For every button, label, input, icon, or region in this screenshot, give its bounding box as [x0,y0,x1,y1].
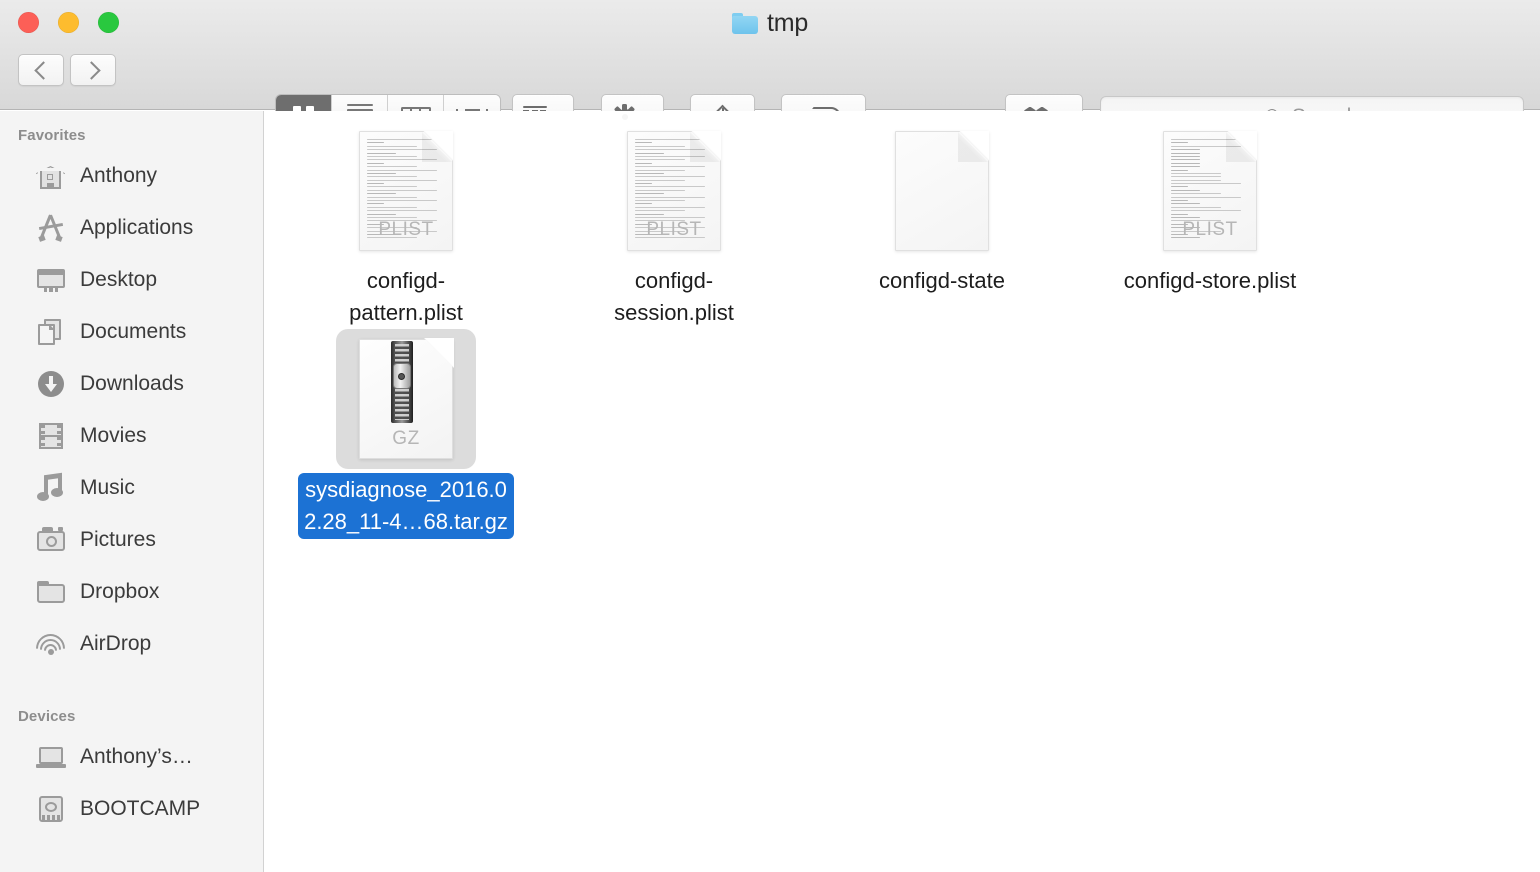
sidebar-item-applications[interactable]: Applications [0,202,263,254]
sidebar-item-downloads[interactable]: Downloads [0,358,263,410]
sidebar-item-label: Anthony’s… [80,745,193,768]
forward-button[interactable] [70,54,116,86]
file-name-label[interactable]: sysdiagnose_2016.0 2.28_11-4…68.tar.gz [298,473,514,539]
file-extension-label: PLIST [378,219,434,240]
file-name-line2: session.plist [614,300,734,325]
sidebar-item-label: Dropbox [80,580,160,603]
window-title-group: tmp [0,0,1540,46]
folder-icon [36,578,66,606]
file-name-label[interactable]: configd- session.plist [614,265,734,329]
chevron-right-icon [81,60,101,80]
icon-grid: PLIST configd- pattern.plist PLIST confi… [265,111,1540,539]
file-extension-label: PLIST [1182,219,1238,240]
harddisk-icon [36,795,66,823]
file-grid-area[interactable]: PLIST configd- pattern.plist PLIST confi… [265,111,1540,872]
window-title: tmp [766,8,809,37]
sidebar-item-movies[interactable]: Movies [0,410,263,462]
file-name-line1: configd- [634,268,714,293]
plist-document-icon: PLIST [359,131,453,251]
sidebar-item-label: Downloads [80,372,184,395]
file-name-line1: configd-state [879,268,1005,293]
back-button[interactable] [18,54,64,86]
sidebar-item-label: AirDrop [80,632,152,655]
sidebar-item-label: Music [80,476,135,499]
file-item-selected[interactable]: GZ sysdiagnose_2016.0 2.28_11-4…68.tar.g… [272,329,540,539]
file-item[interactable]: configd-state [808,121,1076,297]
sidebar-item-anthony[interactable]: Anthony [0,150,263,202]
file-name-line1: configd- [366,268,446,293]
navigation-buttons [18,54,116,86]
desktop-icon [36,266,66,294]
sidebar-item-label: Desktop [80,268,158,291]
sidebar-item-music[interactable]: Music [0,462,263,514]
file-item[interactable]: PLIST configd- pattern.plist [272,121,540,329]
pictures-icon [36,526,66,554]
file-extension-label: PLIST [646,219,702,240]
sidebar-item-pictures[interactable]: Pictures [0,514,263,566]
folder-icon [731,12,758,34]
zipper-icon [391,341,413,423]
file-icon-wrap [872,121,1012,261]
laptop-icon [36,743,66,771]
file-icon-wrap: PLIST [336,121,476,261]
file-name-label[interactable]: configd-store.plist [1124,265,1296,297]
file-icon-wrap: PLIST [604,121,744,261]
file-item[interactable]: PLIST configd- session.plist [540,121,808,329]
sidebar-item-anthonys-computer[interactable]: Anthony’s… [0,731,263,783]
sidebar: Favorites Anthony Applications Desktop D… [0,111,264,872]
applications-icon [36,214,66,242]
plist-document-icon: PLIST [627,131,721,251]
file-name-line1: configd-store.plist [1123,268,1297,293]
music-icon [36,472,66,502]
file-name-line1: sysdiagnose_2016.0 [305,477,507,502]
file-item[interactable]: PLIST configd-store.plist [1076,121,1344,297]
file-icon-wrap: GZ [336,329,476,469]
file-name-line2: 2.28_11-4…68.tar.gz [304,509,508,534]
movies-icon [36,422,66,450]
documents-icon [36,318,66,346]
file-name-line2: pattern.plist [349,300,463,325]
file-icon-wrap: PLIST [1140,121,1280,261]
gzip-archive-icon: GZ [359,338,454,459]
sidebar-item-label: BOOTCAMP [80,797,201,820]
toolbar: Search [0,46,1540,139]
sidebar-item-desktop[interactable]: Desktop [0,254,263,306]
chevron-left-icon [33,60,53,80]
sidebar-item-dropbox[interactable]: Dropbox [0,566,263,618]
finder-window: tmp Favorites Anthony Applications Deskt… [0,0,1540,872]
sidebar-item-documents[interactable]: Documents [0,306,263,358]
sidebar-section-favorites-title: Favorites [18,127,86,144]
sidebar-item-airdrop[interactable]: AirDrop [0,618,263,670]
title-bar: tmp [0,0,1540,46]
sidebar-item-label: Applications [80,216,194,239]
blank-document-icon [895,131,989,251]
airdrop-icon [29,627,72,670]
file-name-label[interactable]: configd-state [879,265,1005,297]
home-icon [36,162,66,190]
sidebar-item-label: Anthony [80,164,158,187]
file-name-label[interactable]: configd- pattern.plist [349,265,463,329]
sidebar-item-bootcamp[interactable]: BOOTCAMP [0,783,263,835]
sidebar-item-label: Documents [80,320,187,343]
file-extension-label: GZ [392,428,420,449]
sidebar-section-devices-title: Devices [18,708,76,725]
plist-document-icon: PLIST [1163,131,1257,251]
downloads-icon [36,370,66,398]
sidebar-item-label: Pictures [80,528,156,551]
sidebar-item-label: Movies [80,424,147,447]
